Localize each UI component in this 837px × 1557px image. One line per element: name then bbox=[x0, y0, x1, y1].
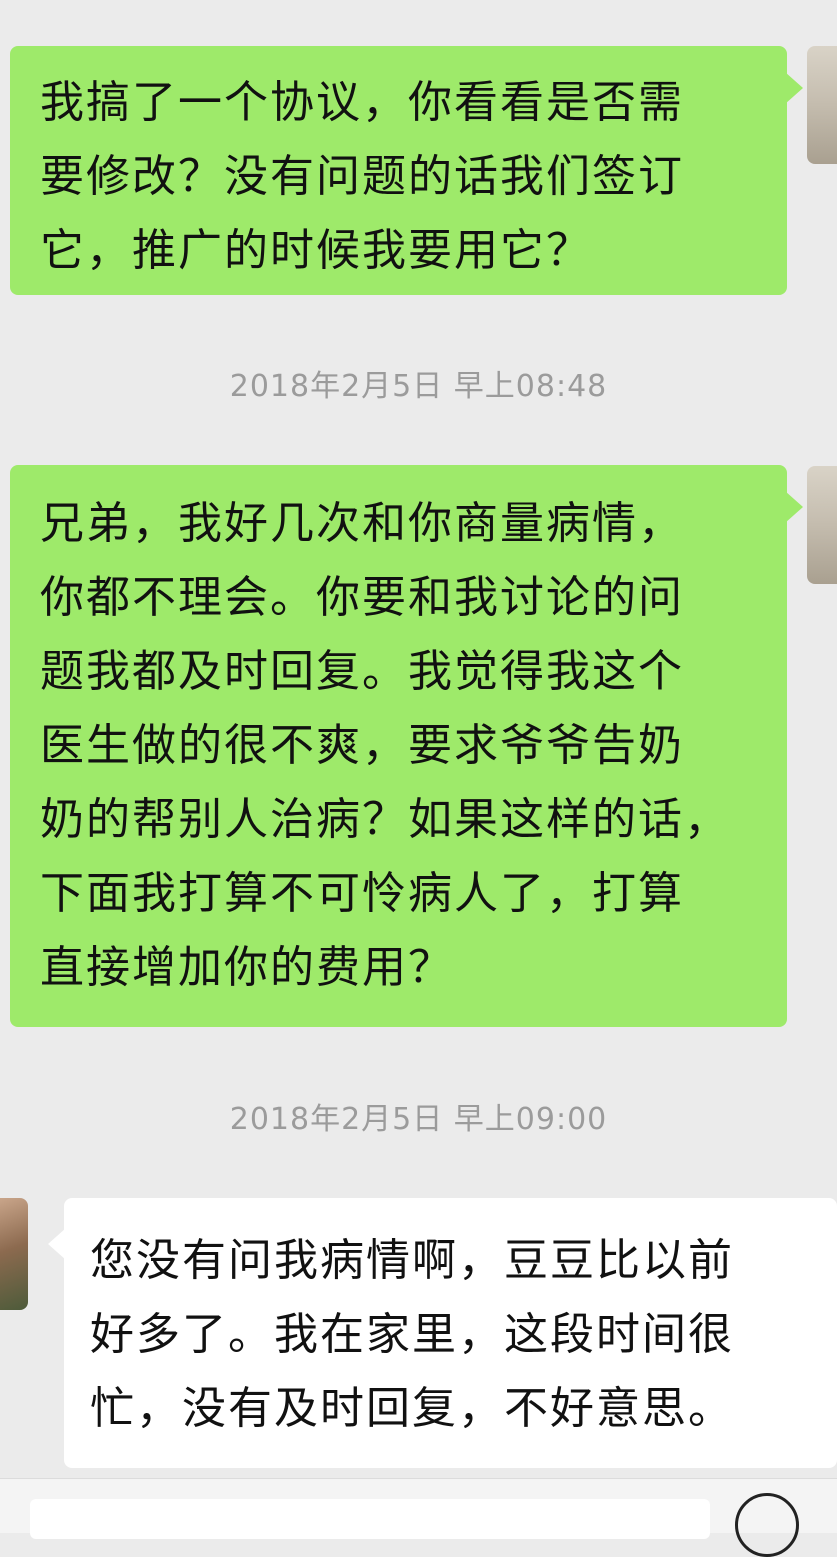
voice-icon[interactable] bbox=[735, 1493, 799, 1557]
contact-avatar[interactable] bbox=[0, 1198, 28, 1310]
message-timestamp: 2018年2月5日 早上09:00 bbox=[229, 1102, 608, 1137]
incoming-message-bubble[interactable]: 您没有问我病情啊，豆豆比以前 好多了。我在家里，这段时间很 忙，没有及时回复，不… bbox=[48, 1198, 837, 1468]
top-strip bbox=[0, 0, 837, 46]
message-timestamp: 2018年2月5日 早上08:48 bbox=[229, 369, 608, 404]
message-input[interactable] bbox=[30, 1499, 710, 1539]
self-avatar[interactable] bbox=[807, 46, 837, 164]
outgoing-message-bubble[interactable]: 我搞了一个协议，你看看是否需 要修改？没有问题的话我们签订 它，推广的时候我要用… bbox=[10, 46, 803, 295]
chat-input-bar bbox=[0, 1478, 837, 1557]
self-avatar[interactable] bbox=[807, 466, 837, 584]
outgoing-message-bubble[interactable]: 兄弟，我好几次和你商量病情， 你都不理会。你要和我讨论的问 题我都及时回复。我觉… bbox=[10, 465, 803, 1027]
